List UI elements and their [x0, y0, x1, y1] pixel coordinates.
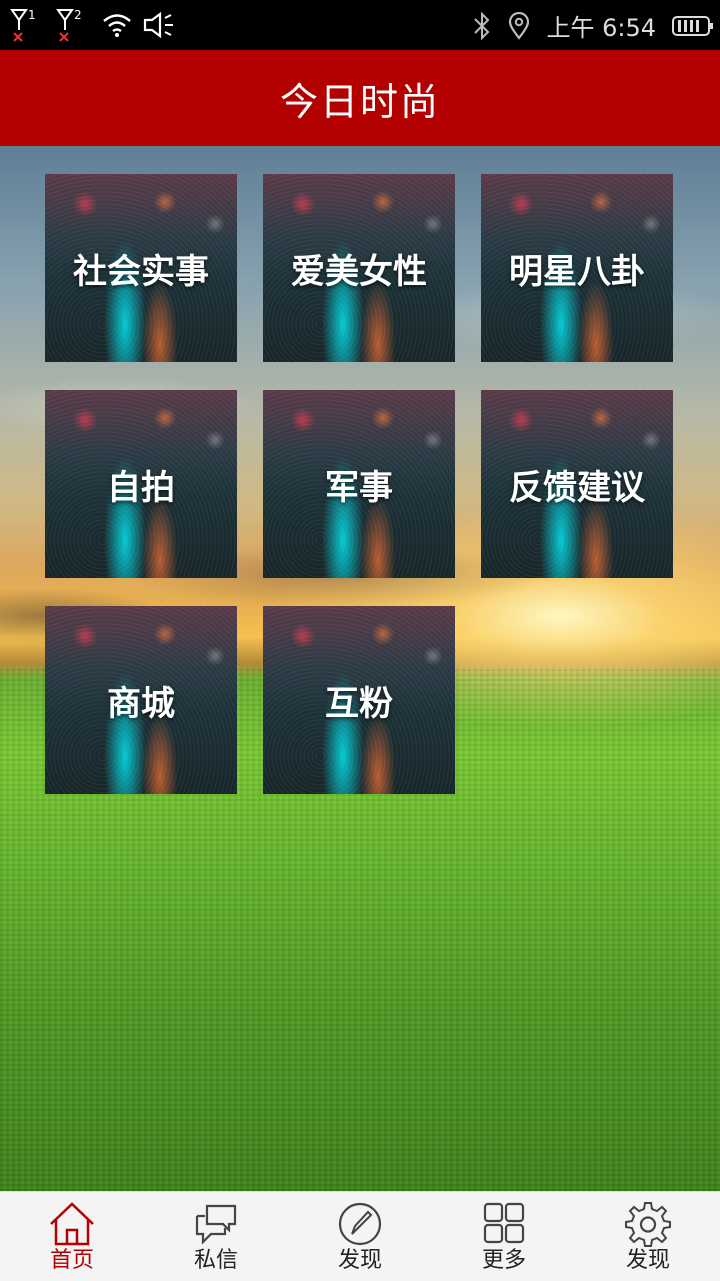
- tile-label: 明星八卦: [509, 251, 645, 292]
- nav-label: 首页: [49, 1248, 94, 1273]
- nav-label: 发现: [337, 1248, 382, 1273]
- speaker-icon: [143, 12, 173, 38]
- page-title: 今日时尚: [279, 79, 440, 124]
- nav-settings[interactable]: 发现: [576, 1192, 720, 1281]
- tile-label: 互粉: [325, 683, 393, 724]
- nav-home[interactable]: 首页: [0, 1192, 144, 1281]
- nav-label: 发现: [625, 1248, 670, 1273]
- bluetooth-icon: [474, 11, 490, 40]
- compass-icon: [338, 1202, 382, 1246]
- chat-icon: [195, 1204, 237, 1245]
- tile-social-news[interactable]: 社会实事: [45, 174, 237, 362]
- tile-feedback[interactable]: 反馈建议: [481, 390, 673, 578]
- tile-military[interactable]: 军事: [263, 390, 455, 578]
- nav-messages[interactable]: 私信: [144, 1192, 288, 1281]
- wifi-icon: [103, 14, 131, 37]
- tile-beauty-women[interactable]: 爱美女性: [263, 174, 455, 362]
- tile-label: 自拍: [107, 467, 175, 508]
- battery-icon: [672, 15, 713, 36]
- header-bar: 今日时尚: [0, 50, 720, 146]
- location-icon: [509, 11, 530, 40]
- home-icon: [50, 1202, 94, 1246]
- tile-celebrity-gossip[interactable]: 明星八卦: [481, 174, 673, 362]
- nav-label: 私信: [193, 1248, 238, 1273]
- tile-selfie[interactable]: 自拍: [45, 390, 237, 578]
- tile-follow-each-other[interactable]: 互粉: [263, 606, 455, 794]
- signal-sim2-icon: 2: [56, 8, 92, 42]
- tile-label: 军事: [325, 467, 393, 508]
- tile-label: 社会实事: [73, 251, 209, 292]
- gear-icon: [625, 1202, 671, 1247]
- sim2-label: 2: [74, 8, 82, 22]
- grid-icon: [483, 1202, 525, 1244]
- nav-more[interactable]: 更多: [432, 1192, 576, 1281]
- signal-sim1-icon: 1: [10, 8, 46, 42]
- clock-time: 上午 6:54: [546, 14, 656, 42]
- tile-label: 商城: [107, 683, 175, 724]
- tile-mall[interactable]: 商城: [45, 606, 237, 794]
- sim1-label: 1: [28, 8, 36, 22]
- status-bar: 1 2 上午 6:54: [0, 0, 720, 50]
- bottom-nav: 首页 私信 发现 更多 发现: [0, 1191, 720, 1281]
- nav-discover[interactable]: 发现: [288, 1192, 432, 1281]
- nav-label: 更多: [481, 1248, 526, 1273]
- tile-label: 爱美女性: [291, 251, 427, 292]
- tile-label: 反馈建议: [509, 467, 645, 508]
